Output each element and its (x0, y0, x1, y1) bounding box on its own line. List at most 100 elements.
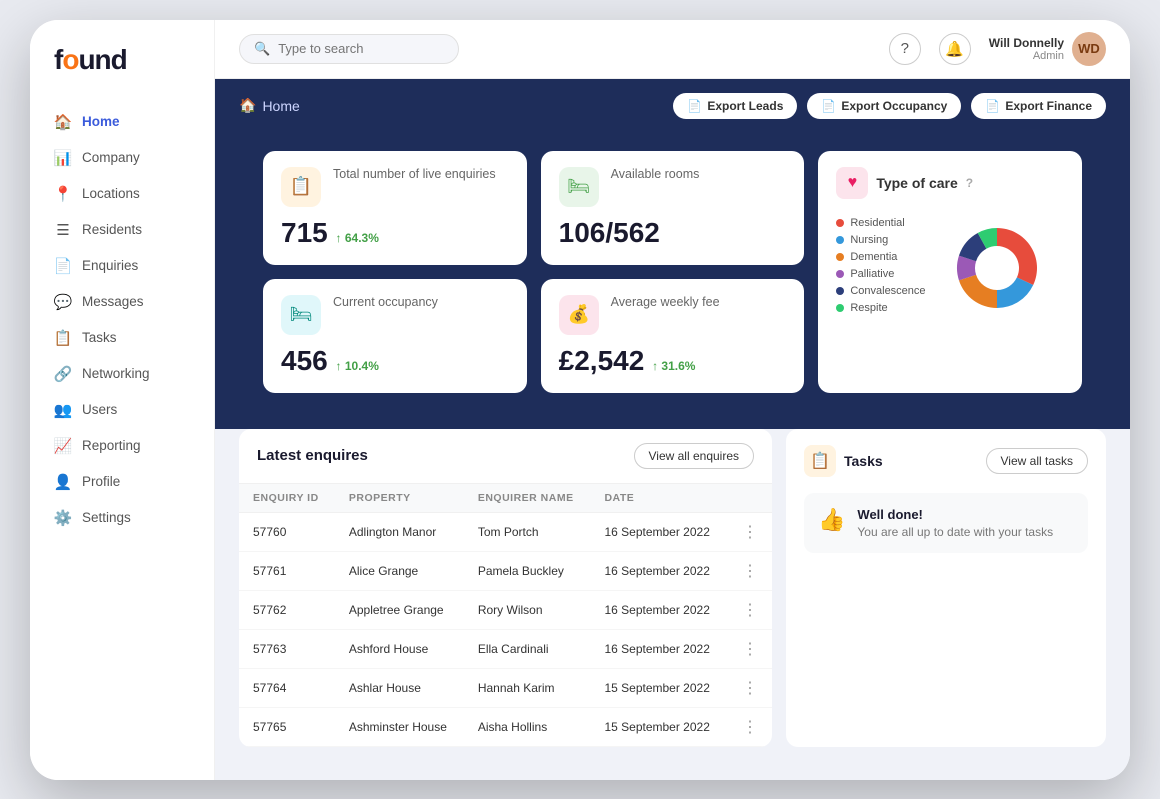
export-finance-button[interactable]: 📄Export Finance (971, 93, 1106, 119)
export-leads-icon: 📄 (687, 99, 702, 113)
breadcrumb: 🏠 Home (239, 97, 300, 114)
search-input[interactable] (278, 41, 444, 56)
nav-label-networking: Networking (82, 366, 150, 381)
cell-name: Ella Cardinali (464, 629, 591, 668)
table-row[interactable]: 57760 Adlington Manor Tom Portch 16 Sept… (239, 512, 772, 551)
stat-icon-fee: 💰 (559, 295, 599, 335)
page-header: 🏠 Home 📄Export Leads 📄Export Occupancy 📄Ex… (215, 79, 1130, 429)
nav-icon-enquiries: 📄 (54, 257, 72, 275)
cell-id: 57763 (239, 629, 335, 668)
stats-grid: 📋 Total number of live enquiries 715 64.… (239, 135, 1106, 409)
sidebar-item-settings[interactable]: ⚙️ Settings (30, 500, 214, 536)
legend-item-nursing: Nursing (836, 234, 925, 246)
stat-title-fee: Average weekly fee (611, 295, 720, 309)
export-occupancy-button[interactable]: 📄Export Occupancy (807, 93, 961, 119)
legend-dot (836, 287, 844, 295)
cell-date: 16 September 2022 (590, 590, 727, 629)
cell-property: Ashminster House (335, 707, 464, 746)
notifications-button[interactable]: 🔔 (939, 33, 971, 65)
help-button[interactable]: ? (889, 33, 921, 65)
col-actions (727, 483, 772, 512)
table-row[interactable]: 57761 Alice Grange Pamela Buckley 16 Sep… (239, 551, 772, 590)
stat-value-rooms: 106/562 (559, 217, 787, 249)
nav-label-settings: Settings (82, 510, 131, 525)
nav-icon-company: 📊 (54, 149, 72, 167)
cell-name: Rory Wilson (464, 590, 591, 629)
row-menu-button[interactable]: ⋮ (727, 668, 772, 707)
sidebar-item-home[interactable]: 🏠 Home (30, 104, 214, 140)
tasks-icon: 📋 (804, 445, 836, 477)
bottom-section: Latest enquires View all enquires Enquir… (215, 429, 1130, 763)
type-of-care-card: ♥ Type of care ? ResidentialNursingDemen… (818, 151, 1082, 393)
nav-label-reporting: Reporting (82, 438, 141, 453)
row-menu-button[interactable]: ⋮ (727, 551, 772, 590)
sidebar-item-residents[interactable]: ☰Residents (30, 212, 214, 248)
nav-label-home: Home (82, 114, 120, 129)
nav-icon-users: 👥 (54, 401, 72, 419)
legend-label: Palliative (850, 268, 894, 280)
tasks-header: 📋 Tasks View all tasks (804, 445, 1088, 477)
table-header-row: Enquiry ID Property Enquirer Name Date (239, 483, 772, 512)
sidebar-item-networking[interactable]: 🔗Networking (30, 356, 214, 392)
view-all-tasks-button[interactable]: View all tasks (986, 448, 1088, 474)
row-menu-button[interactable]: ⋮ (727, 629, 772, 668)
nav-icon-settings: ⚙️ (54, 509, 72, 527)
topbar: 🔍 ? 🔔 Will Donnelly Admin WD (215, 20, 1130, 79)
cell-id: 57764 (239, 668, 335, 707)
sidebar-item-locations[interactable]: 📍Locations (30, 176, 214, 212)
legend-dot (836, 253, 844, 261)
table-row[interactable]: 57765 Ashminster House Aisha Hollins 15 … (239, 707, 772, 746)
sidebar-item-tasks[interactable]: 📋Tasks (30, 320, 214, 356)
stat-change-occupancy: 10.4% (336, 359, 379, 373)
col-enquirer-name: Enquirer Name (464, 483, 591, 512)
cell-date: 16 September 2022 (590, 512, 727, 551)
cell-id: 57765 (239, 707, 335, 746)
row-menu-button[interactable]: ⋮ (727, 590, 772, 629)
cell-property: Ashford House (335, 629, 464, 668)
legend-label: Respite (850, 302, 887, 314)
legend-item-respite: Respite (836, 302, 925, 314)
legend-item-convalescence: Convalescence (836, 285, 925, 297)
legend-item-palliative: Palliative (836, 268, 925, 280)
user-menu[interactable]: Will Donnelly Admin WD (989, 32, 1106, 66)
sidebar-item-company[interactable]: 📊Company (30, 140, 214, 176)
sidebar-item-enquiries[interactable]: 📄Enquiries (30, 248, 214, 284)
table-row[interactable]: 57762 Appletree Grange Rory Wilson 16 Se… (239, 590, 772, 629)
sidebar-item-messages[interactable]: 💬Messages (30, 284, 214, 320)
table-row[interactable]: 57764 Ashlar House Hannah Karim 15 Septe… (239, 668, 772, 707)
nav-icon-home: 🏠 (54, 113, 72, 131)
row-menu-button[interactable]: ⋮ (727, 512, 772, 551)
cell-property: Alice Grange (335, 551, 464, 590)
stat-change-fee: 31.6% (652, 359, 695, 373)
table-row[interactable]: 57763 Ashford House Ella Cardinali 16 Se… (239, 629, 772, 668)
cell-name: Pamela Buckley (464, 551, 591, 590)
nav-label-residents: Residents (82, 222, 142, 237)
stat-weekly-fee: 💰 Average weekly fee £2,542 31.6% (541, 279, 805, 393)
tasks-card: 📋 Tasks View all tasks 👍 Well done! You … (786, 429, 1106, 747)
cell-property: Appletree Grange (335, 590, 464, 629)
search-box[interactable]: 🔍 (239, 34, 459, 64)
app-logo: found (30, 44, 214, 104)
breadcrumb-icon: 🏠 (239, 97, 256, 114)
sidebar-item-profile[interactable]: 👤Profile (30, 464, 214, 500)
sidebar-item-reporting[interactable]: 📈 Reporting (30, 428, 214, 464)
legend-dot (836, 270, 844, 278)
legend-label: Convalescence (850, 285, 925, 297)
row-menu-button[interactable]: ⋮ (727, 707, 772, 746)
sidebar-item-users[interactable]: 👥Users (30, 392, 214, 428)
stat-occupancy: 🛏 Current occupancy 456 10.4% (263, 279, 527, 393)
cell-date: 15 September 2022 (590, 707, 727, 746)
nav-icon-reporting: 📈 (54, 437, 72, 455)
cell-property: Ashlar House (335, 668, 464, 707)
stat-live-enquiries: 📋 Total number of live enquiries 715 64.… (263, 151, 527, 265)
view-all-enquiries-button[interactable]: View all enquires (634, 443, 755, 469)
care-help-icon[interactable]: ? (966, 176, 973, 190)
care-icon: ♥ (836, 167, 868, 199)
enquiries-card: Latest enquires View all enquires Enquir… (239, 429, 772, 747)
avatar: WD (1072, 32, 1106, 66)
cell-id: 57761 (239, 551, 335, 590)
cell-name: Tom Portch (464, 512, 591, 551)
export-leads-button[interactable]: 📄Export Leads (673, 93, 797, 119)
tasks-title-row: 📋 Tasks (804, 445, 883, 477)
enquiries-title: Latest enquires (257, 447, 368, 464)
